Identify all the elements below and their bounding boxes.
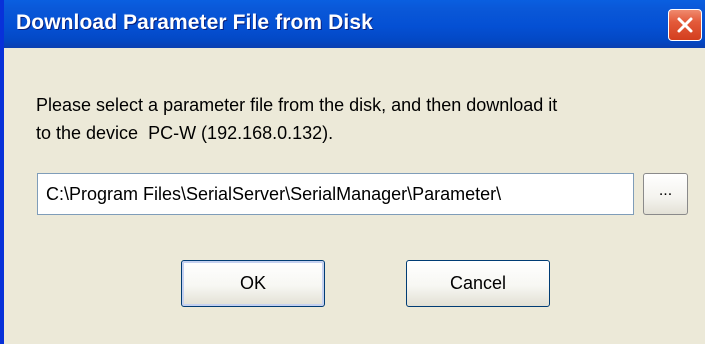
dialog-title: Download Parameter File from Disk [16, 11, 373, 34]
instruction-line-2: to the device PC-W (192.168.0.132). [36, 123, 334, 143]
browse-button[interactable]: ... [643, 173, 688, 215]
close-button[interactable] [668, 9, 702, 41]
close-icon [677, 17, 693, 33]
ok-button[interactable]: OK [181, 260, 325, 307]
title-bar[interactable]: Download Parameter File from Disk [4, 0, 705, 48]
file-path-input[interactable] [37, 173, 634, 215]
dialog-window: Download Parameter File from Disk Please… [0, 0, 705, 344]
instruction-line-1: Please select a parameter file from the … [36, 95, 558, 115]
instruction-message: Please select a parameter file from the … [36, 91, 686, 147]
cancel-button[interactable]: Cancel [406, 260, 550, 307]
